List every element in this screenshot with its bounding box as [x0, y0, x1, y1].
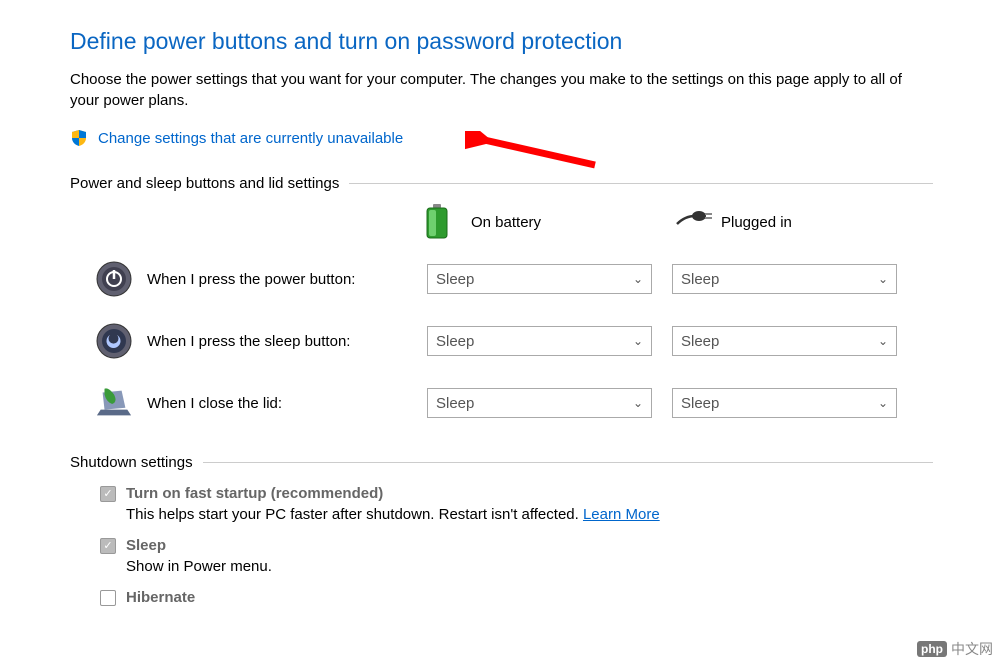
- watermark: php 中文网: [917, 639, 993, 659]
- change-settings-row: Change settings that are currently unava…: [70, 129, 933, 147]
- col-plugged-label: Plugged in: [721, 214, 792, 231]
- setting-label: When I press the power button:: [147, 271, 427, 288]
- shutdown-item-title: Hibernate: [126, 589, 195, 606]
- shutdown-item-desc: This helps start your PC faster after sh…: [126, 506, 933, 523]
- setting-label: When I press the sleep button:: [147, 333, 427, 350]
- sleep-button-plugged-dropdown[interactable]: Sleep ⌄: [672, 326, 897, 356]
- close-lid-battery-dropdown[interactable]: Sleep ⌄: [427, 388, 652, 418]
- close-lid-plugged-dropdown[interactable]: Sleep ⌄: [672, 388, 897, 418]
- power-button-icon: [95, 260, 133, 298]
- dropdown-value: Sleep: [681, 395, 719, 412]
- setting-row-power-button: When I press the power button: Sleep ⌄ S…: [70, 260, 933, 298]
- page-description: Choose the power settings that you want …: [70, 69, 933, 111]
- watermark-text: 中文网: [951, 639, 993, 659]
- shutdown-item-title: Sleep: [126, 537, 166, 554]
- hibernate-checkbox[interactable]: [100, 590, 116, 606]
- chevron-down-icon: ⌄: [878, 272, 888, 286]
- shutdown-item-hibernate: Hibernate: [70, 589, 933, 606]
- col-battery-label: On battery: [471, 214, 541, 231]
- chevron-down-icon: ⌄: [878, 334, 888, 348]
- dropdown-value: Sleep: [436, 333, 474, 350]
- sleep-button-icon: [95, 322, 133, 360]
- shutdown-item-title: Turn on fast startup (recommended): [126, 485, 383, 502]
- col-plugged-header: Plugged in: [675, 204, 925, 240]
- change-settings-link[interactable]: Change settings that are currently unava…: [98, 130, 403, 147]
- annotation-arrow-icon: [465, 131, 605, 175]
- sleep-button-battery-dropdown[interactable]: Sleep ⌄: [427, 326, 652, 356]
- sleep-checkbox[interactable]: ✓: [100, 538, 116, 554]
- shield-icon: [70, 129, 88, 147]
- shutdown-item-desc: Show in Power menu.: [126, 558, 933, 575]
- dropdown-value: Sleep: [436, 395, 474, 412]
- shutdown-item-sleep: ✓ Sleep Show in Power menu.: [70, 537, 933, 575]
- setting-row-close-lid: When I close the lid: Sleep ⌄ Sleep ⌄: [70, 384, 933, 422]
- column-headers: On battery Plugged in: [70, 204, 933, 240]
- chevron-down-icon: ⌄: [633, 396, 643, 410]
- section-title: Shutdown settings: [70, 454, 193, 471]
- learn-more-link[interactable]: Learn More: [583, 506, 660, 523]
- laptop-lid-icon: [95, 384, 133, 422]
- divider: [203, 462, 933, 463]
- setting-row-sleep-button: When I press the sleep button: Sleep ⌄ S…: [70, 322, 933, 360]
- setting-label: When I close the lid:: [147, 395, 427, 412]
- page-heading: Define power buttons and turn on passwor…: [70, 28, 933, 55]
- dropdown-value: Sleep: [436, 271, 474, 288]
- section-title: Power and sleep buttons and lid settings: [70, 175, 339, 192]
- chevron-down-icon: ⌄: [633, 272, 643, 286]
- dropdown-value: Sleep: [681, 333, 719, 350]
- fast-startup-checkbox[interactable]: ✓: [100, 486, 116, 502]
- plug-icon: [675, 204, 711, 240]
- section-power-buttons-header: Power and sleep buttons and lid settings: [70, 175, 933, 192]
- php-badge-icon: php: [917, 641, 947, 657]
- section-shutdown-header: Shutdown settings: [70, 454, 933, 471]
- chevron-down-icon: ⌄: [633, 334, 643, 348]
- power-button-plugged-dropdown[interactable]: Sleep ⌄: [672, 264, 897, 294]
- col-battery-header: On battery: [425, 204, 675, 240]
- chevron-down-icon: ⌄: [878, 396, 888, 410]
- battery-icon: [425, 204, 461, 240]
- shutdown-item-fast-startup: ✓ Turn on fast startup (recommended) Thi…: [70, 485, 933, 523]
- power-button-battery-dropdown[interactable]: Sleep ⌄: [427, 264, 652, 294]
- dropdown-value: Sleep: [681, 271, 719, 288]
- divider: [349, 183, 933, 184]
